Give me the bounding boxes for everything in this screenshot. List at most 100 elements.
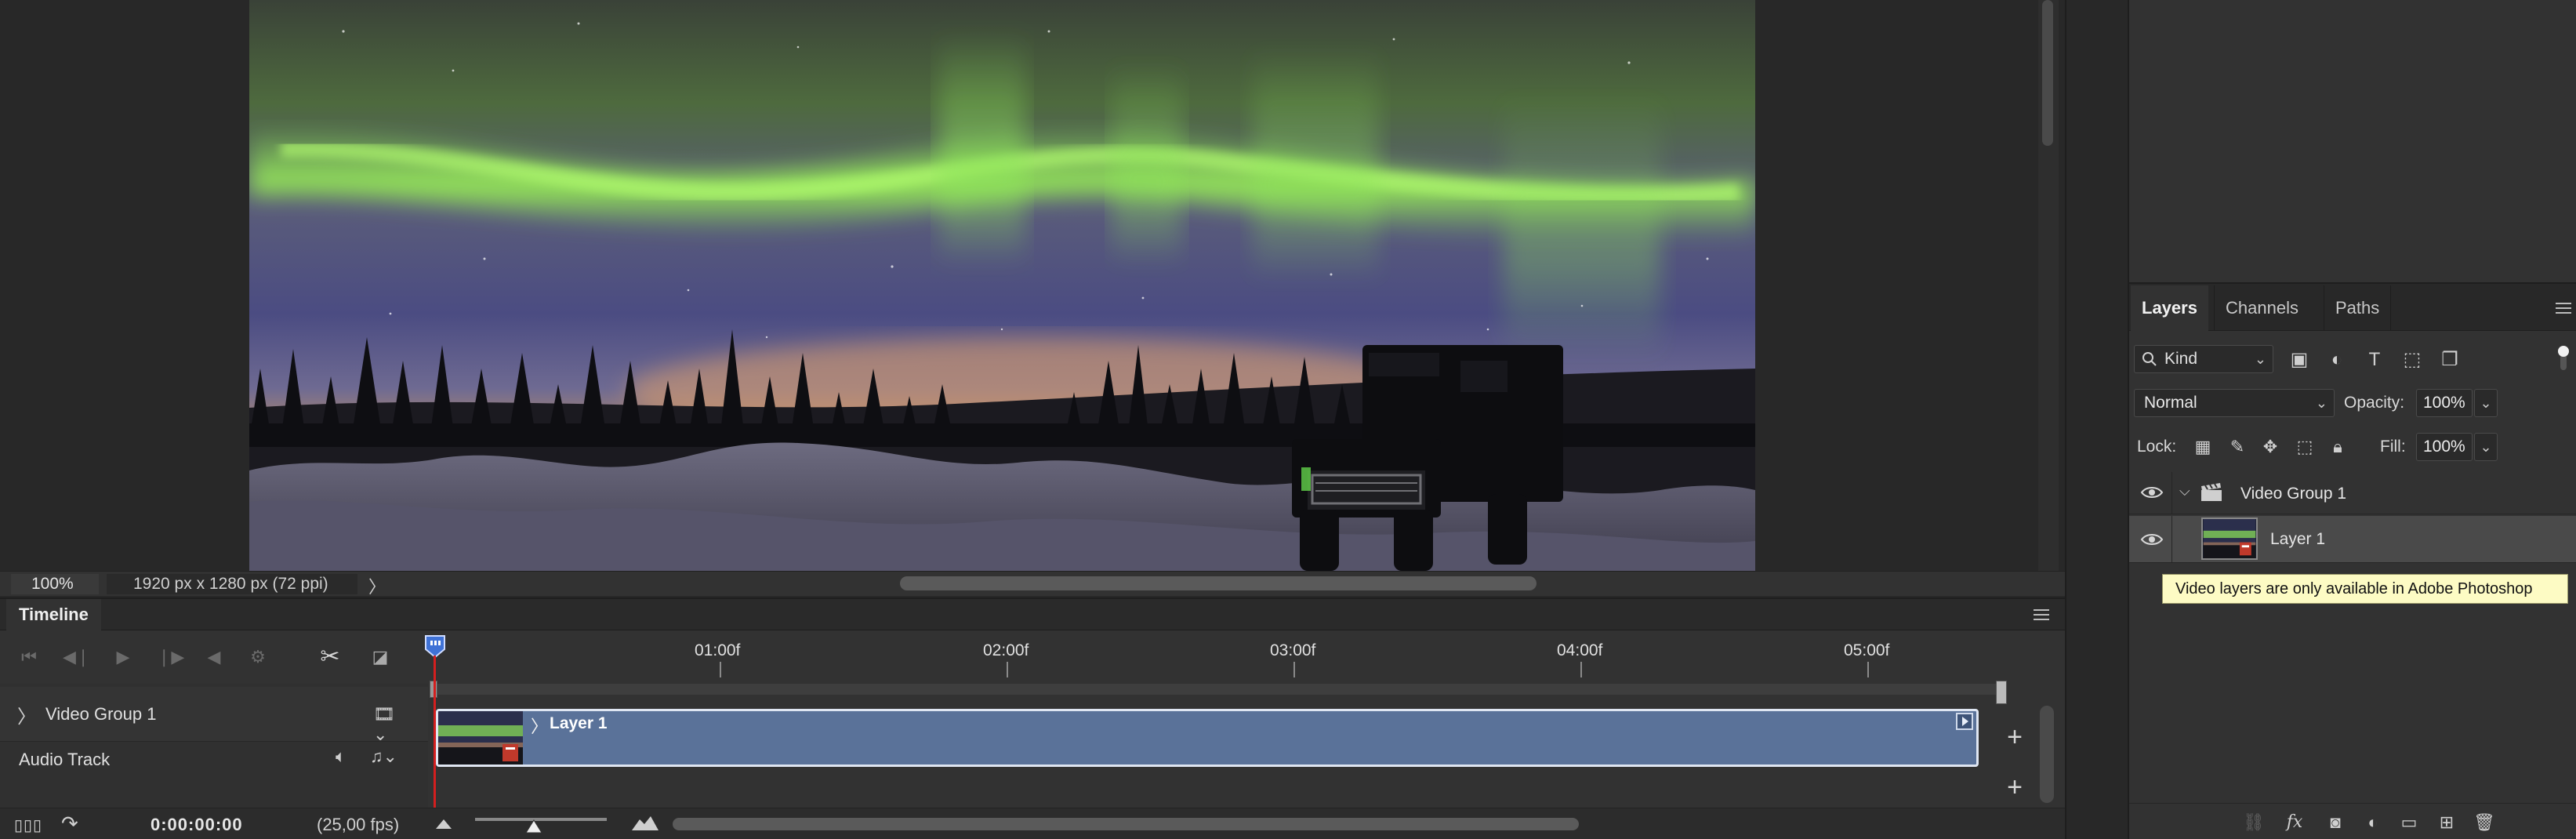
zoom-slider-thumb[interactable] <box>525 819 542 834</box>
audio-track-label: Audio Track <box>19 750 111 769</box>
chevron-down-icon: ⌄ <box>2315 395 2327 411</box>
work-area-end-handle[interactable] <box>1996 681 2007 704</box>
new-group-icon[interactable]: ▭ <box>2397 812 2421 834</box>
opacity-label: Opacity: <box>2344 394 2405 412</box>
blend-mode-select[interactable]: Normal ⌄ <box>2134 389 2335 417</box>
ruler-tick-label: 02:00f <box>983 641 1029 659</box>
layer-row-layer-1[interactable]: Layer 1 <box>2129 516 2576 563</box>
timeline-vertical-scroll-thumb[interactable] <box>2040 706 2054 803</box>
ruler-tick-label: 03:00f <box>1270 641 1316 659</box>
layer-style-fx-icon[interactable]: fx <box>2283 812 2306 834</box>
lock-artboard-icon[interactable]: ⬚ <box>2294 436 2316 458</box>
visibility-eye-icon[interactable] <box>2140 485 2164 500</box>
transition-icon[interactable]: ◪ <box>367 645 394 670</box>
fill-label: Fill: <box>2380 438 2406 456</box>
doc-info-chevron-icon[interactable]: 〉 <box>368 573 386 598</box>
ruler-tick <box>720 662 721 677</box>
tab-paths[interactable]: Paths <box>2324 285 2392 331</box>
timeline-ruler[interactable]: 01:00f 02:00f 03:00f 04:00f 05:00f <box>430 635 1997 681</box>
tab-timeline[interactable]: Timeline <box>6 599 101 630</box>
speaker-icon[interactable]: 🔈︎ <box>336 746 346 767</box>
pixel-layer-filter-icon[interactable]: ▣ <box>2288 348 2311 372</box>
type-layer-filter-icon[interactable]: T <box>2363 348 2386 372</box>
opacity-slider-chevron-icon[interactable]: ⌄ <box>2474 389 2498 417</box>
panel-menu-icon[interactable] <box>2032 607 2051 623</box>
previous-frame-icon[interactable]: ◀❘ <box>63 645 90 670</box>
transport-controls: ⏮ ◀❘ ▶ ❘▶ ◀ ⚙ ✂ ◪ <box>0 634 430 681</box>
layers-panel: Layers Channels Paths Kind ⌄ ▣ ◐ T ⬚ ❐ N… <box>2129 285 2576 839</box>
frame-rate: (25,00 fps) <box>317 815 400 834</box>
panel-menu-icon[interactable] <box>2554 301 2573 315</box>
document-image-aurora[interactable] <box>249 0 1755 571</box>
document-canvas-area[interactable] <box>0 0 2065 572</box>
filter-toggle-switch[interactable] <box>2557 345 2570 372</box>
visibility-column-divider <box>2171 516 2172 562</box>
layer-name[interactable]: Layer 1 <box>2270 530 2325 549</box>
fill-input[interactable]: 100% <box>2416 433 2473 461</box>
clip-menu-arrow-icon[interactable] <box>1956 713 1973 730</box>
timeline-horizontal-scroll-thumb[interactable] <box>673 818 1579 830</box>
go-to-first-frame-icon[interactable]: ⏮ <box>16 645 42 670</box>
add-audio-button[interactable]: + <box>2001 773 2029 801</box>
add-mask-icon[interactable]: ◙ <box>2324 812 2347 834</box>
zoom-level-field[interactable]: 100% <box>11 574 99 594</box>
shape-layer-filter-icon[interactable]: ⬚ <box>2400 348 2424 372</box>
zoom-out-mountain-icon[interactable] <box>436 818 452 829</box>
next-frame-icon[interactable]: ❘▶ <box>157 645 184 670</box>
canvas-vertical-scroll-thumb[interactable] <box>2042 0 2053 146</box>
video-clip-layer-1[interactable]: 〉 Layer 1 <box>436 709 1979 767</box>
lock-label: Lock: <box>2137 438 2177 456</box>
fill-slider-chevron-icon[interactable]: ⌄ <box>2474 433 2498 461</box>
new-adjustment-layer-icon[interactable]: ◐ <box>2361 812 2385 834</box>
blend-opacity-row: Normal ⌄ Opacity: 100% ⌄ <box>2129 389 2576 417</box>
mute-audio-icon[interactable]: ◀ <box>201 645 227 670</box>
ruler-tick <box>1580 662 1582 677</box>
clip-label: Layer 1 <box>550 714 608 732</box>
playhead-line <box>434 656 436 809</box>
add-media-to-video-track-button[interactable]: + <box>2001 723 2029 751</box>
layer-list: ⌵ Video Group 1 Layer 1 <box>2129 472 2576 566</box>
lock-all-icon[interactable]: 🔒︎ <box>2327 436 2349 458</box>
zoom-in-mountain-icon[interactable] <box>632 815 659 830</box>
visibility-eye-icon[interactable] <box>2140 532 2164 547</box>
work-area-bar[interactable] <box>430 681 2007 704</box>
convert-to-frame-animation-icon[interactable]: ▯▯▯ <box>14 815 42 835</box>
layer-row-video-group-1[interactable]: ⌵ Video Group 1 <box>2129 472 2576 514</box>
delete-layer-icon[interactable]: 🗑︎ <box>2473 812 2496 834</box>
split-scissors-icon[interactable]: ✂ <box>317 645 343 670</box>
document-info: 1920 px x 1280 px (72 ppi) <box>107 574 357 594</box>
lock-image-pixels-icon[interactable]: ✎ <box>2226 436 2248 458</box>
music-note-dropdown-icon[interactable]: ♫⌄ <box>370 746 397 767</box>
aurora-photo-illustration <box>249 0 1755 571</box>
lock-transparent-pixels-icon[interactable]: ▦ <box>2192 436 2214 458</box>
clip-thumbnail <box>438 711 523 765</box>
render-video-icon[interactable]: ↷ <box>61 812 78 836</box>
layer-name[interactable]: Video Group 1 <box>2240 485 2346 503</box>
timeline-panel: Timeline ⏮ ◀❘ ▶ ❘▶ ◀ ⚙ ✂ ◪ 01:00f 02:00f… <box>0 597 2065 839</box>
audio-track-header[interactable]: Audio Track 🔈︎ ♫⌄ <box>0 745 428 772</box>
video-group-track-header[interactable]: 〉 Video Group 1 🎞︎⌄ <box>0 687 428 744</box>
settings-gear-icon[interactable]: ⚙ <box>245 645 271 670</box>
play-icon[interactable]: ▶ <box>110 645 136 670</box>
smart-object-filter-icon[interactable]: ❐ <box>2438 348 2462 372</box>
tooltip-video-layers-unavailable: Video layers are only available in Adobe… <box>2162 574 2568 604</box>
expand-track-chevron-icon[interactable]: 〉 <box>17 701 36 728</box>
lock-position-icon[interactable]: ✥ <box>2259 436 2281 458</box>
canvas-horizontal-scroll-thumb[interactable] <box>900 576 1537 590</box>
tab-channels[interactable]: Channels <box>2214 285 2309 331</box>
opacity-input[interactable]: 100% <box>2416 389 2473 417</box>
upper-dock-panel <box>2129 0 2576 284</box>
link-layers-icon[interactable]: ⛓ <box>2242 812 2266 834</box>
current-timecode[interactable]: 0:00:00:00 <box>151 815 243 835</box>
lock-fill-row: Lock: ▦ ✎ ✥ ⬚ 🔒︎ Fill: 100% ⌄ <box>2129 433 2576 461</box>
film-strip-dropdown-icon[interactable]: 🎞︎⌄ <box>373 704 406 744</box>
clip-expand-chevron-icon[interactable]: 〉 <box>531 713 548 738</box>
video-group-clapper-icon <box>2201 483 2222 501</box>
ruler-tick <box>1007 662 1008 677</box>
adjustment-layer-filter-icon[interactable]: ◐ <box>2325 348 2349 372</box>
new-layer-icon[interactable]: ⊞ <box>2435 812 2458 834</box>
collapse-group-chevron-icon[interactable]: ⌵ <box>2179 483 2190 499</box>
layer-kind-filter-select[interactable]: Kind ⌄ <box>2134 345 2273 373</box>
video-group-track-label: Video Group 1 <box>45 704 157 724</box>
tab-layers[interactable]: Layers <box>2131 285 2208 331</box>
